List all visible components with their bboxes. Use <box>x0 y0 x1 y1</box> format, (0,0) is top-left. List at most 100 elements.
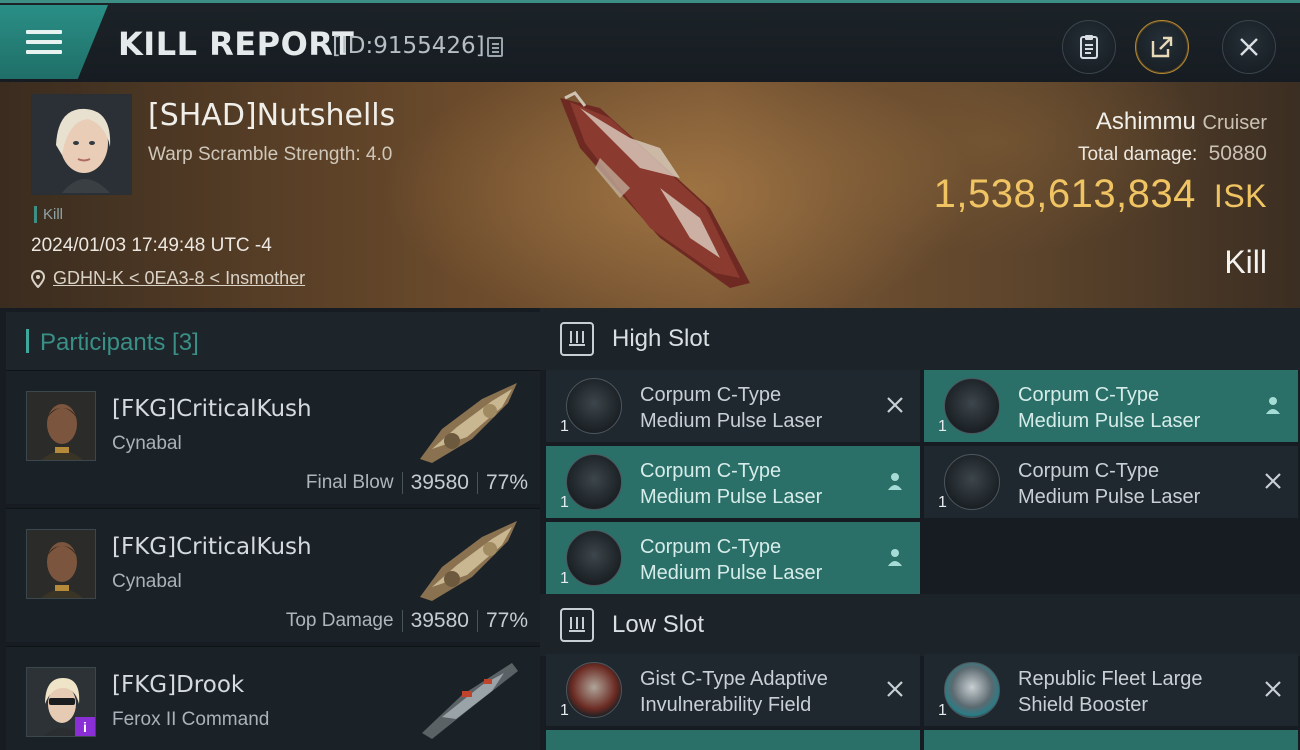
module-item[interactable]: 1 Corpum C-Type Medium Pulse Laser <box>546 446 920 518</box>
clipboard-icon <box>1080 35 1098 59</box>
location-pin-icon <box>31 269 45 288</box>
location-text: GDHN-K < 0EA3-8 < Insmother <box>53 268 306 288</box>
kill-timestamp: 2024/01/03 17:49:48 UTC -4 <box>31 235 272 256</box>
participants-panel: Participants [3] [FKG]CriticalKush Cynab… <box>0 308 540 750</box>
participant-percent: 77% <box>485 609 528 632</box>
high-slot-header: High Slot <box>540 308 1300 370</box>
module-item[interactable]: 1 Gist C-Type Adaptive Invulnerability Fi… <box>546 654 920 726</box>
module-name: Gist C-Type Adaptive Invulnerability Fiel… <box>640 668 828 716</box>
low-slot-header: Low Slot <box>540 594 1300 656</box>
menu-button[interactable] <box>0 5 108 79</box>
module-item[interactable]: 1 Corpum C-Type Medium Pulse Laser <box>546 370 920 442</box>
isk-amount: 1,538,613,834 <box>933 172 1196 216</box>
participant-ship-image[interactable] <box>412 517 524 603</box>
participant-damage: 39580 <box>410 471 469 494</box>
invulnerability-field-icon <box>566 662 622 718</box>
clipboard-button[interactable] <box>1062 20 1116 74</box>
ship-name: Ashimmu <box>1095 108 1196 135</box>
module-name: Republic Fleet Large Shield Booster <box>1018 668 1203 716</box>
participant-name: [FKG]CriticalKush <box>112 396 312 422</box>
isk-unit: ISK <box>1213 178 1267 214</box>
victim-avatar[interactable] <box>31 94 132 195</box>
pulse-laser-icon <box>566 454 622 510</box>
dropped-person-icon <box>888 549 902 566</box>
module-name: Corpum C-Type Medium Pulse Laser <box>1018 460 1201 508</box>
shield-booster-icon <box>944 662 1000 718</box>
destroyed-icon <box>887 681 903 697</box>
kill-result: Kill <box>1224 244 1267 280</box>
victim-banner: [SHAD]Nutshells Warp Scramble Strength: … <box>0 82 1300 308</box>
module-quantity: 1 <box>560 494 569 511</box>
module-item[interactable]: 1 Republic Fleet Large Shield Booster <box>924 654 1298 726</box>
participants-header[interactable]: Participants [3] <box>6 312 540 370</box>
module-item[interactable]: 1 Corpum C-Type Medium Pulse Laser <box>546 522 920 594</box>
kill-tag: Kill <box>34 206 63 223</box>
pulse-laser-icon <box>566 530 622 586</box>
kill-location-link[interactable]: GDHN-K < 0EA3-8 < Insmother <box>31 268 305 289</box>
isk-value: 1,538,613,834 ISK <box>934 172 1267 217</box>
participant-ship-image[interactable] <box>412 655 524 741</box>
total-damage: Total damage: 50880 <box>1078 142 1267 166</box>
module-quantity: 1 <box>938 494 947 511</box>
participant-damage: 39580 <box>410 609 469 632</box>
module-item[interactable]: 1 Corpum C-Type Medium Pulse Laser <box>924 370 1298 442</box>
fitting-panel: High Slot 1 Corpum C-Type Medium Pulse La… <box>540 308 1300 750</box>
close-button[interactable] <box>1222 20 1276 74</box>
pulse-laser-icon <box>944 454 1000 510</box>
participant-role: Top Damage <box>285 610 394 631</box>
module-quantity: 1 <box>938 702 947 719</box>
share-button[interactable] <box>1135 20 1189 74</box>
destroyed-icon <box>1265 473 1281 489</box>
participant-stats: Top Damage 39580 77% <box>286 609 528 633</box>
destroyed-icon <box>887 397 903 413</box>
pulse-laser-icon <box>944 378 1000 434</box>
dropped-person-icon <box>888 473 902 490</box>
ship-class: Cruiser <box>1202 112 1267 134</box>
share-icon <box>1151 36 1173 58</box>
participant-ship: Cynabal <box>112 571 182 592</box>
participant-ship: Cynabal <box>112 433 182 454</box>
module-item[interactable]: 1 Corpum C-Type Medium Pulse Laser <box>924 446 1298 518</box>
participant-role: Final Blow <box>305 472 394 493</box>
total-damage-label: Total damage: <box>1077 144 1198 165</box>
destroyed-icon <box>1265 681 1281 697</box>
pulse-laser-icon <box>566 378 622 434</box>
participant-avatar[interactable] <box>26 529 96 599</box>
participant-row[interactable]: i [FKG]Drook Ferox II Command <box>6 646 540 750</box>
close-icon <box>1240 38 1258 56</box>
participant-avatar[interactable]: i <box>26 667 96 737</box>
hamburger-icon <box>26 30 62 54</box>
module-item-partial[interactable] <box>924 730 1298 750</box>
module-name: Corpum C-Type Medium Pulse Laser <box>640 460 823 508</box>
page-title: KILL REPORT <box>118 25 355 63</box>
participant-ship-image[interactable] <box>412 379 524 465</box>
info-badge: i <box>75 717 95 736</box>
participant-stats: Final Blow 39580 77% <box>306 471 528 495</box>
module-quantity: 1 <box>560 570 569 587</box>
participant-avatar[interactable] <box>26 391 96 461</box>
victim-ship-type[interactable]: Ashimmu Cruiser <box>1096 108 1267 136</box>
module-name: Corpum C-Type Medium Pulse Laser <box>1018 384 1201 432</box>
participant-row[interactable]: [FKG]CriticalKush Cynabal Final Blow 395… <box>6 370 540 504</box>
warp-scramble-strength: Warp Scramble Strength: 4.0 <box>148 144 393 165</box>
low-slot-label: Low Slot <box>612 611 705 638</box>
module-item-partial[interactable] <box>546 730 920 750</box>
module-quantity: 1 <box>560 702 569 719</box>
participant-name: [FKG]Drook <box>112 672 245 698</box>
victim-name[interactable]: [SHAD]Nutshells <box>148 98 395 133</box>
module-quantity: 1 <box>938 418 947 435</box>
copy-icon[interactable] <box>487 37 503 57</box>
high-slot-label: High Slot <box>612 325 710 352</box>
module-quantity: 1 <box>560 418 569 435</box>
total-damage-value: 50880 <box>1208 142 1267 165</box>
report-id: [ID:9155426] <box>332 33 485 59</box>
participant-row[interactable]: [FKG]CriticalKush Cynabal Top Damage 395… <box>6 508 540 642</box>
high-slot-icon <box>560 322 594 356</box>
participants-label: Participants [3] <box>40 329 199 356</box>
module-name: Corpum C-Type Medium Pulse Laser <box>640 536 823 584</box>
participant-percent: 77% <box>485 471 528 494</box>
participant-ship: Ferox II Command <box>112 709 270 730</box>
low-slot-icon <box>560 608 594 642</box>
victim-ship-image[interactable] <box>540 88 770 298</box>
dropped-person-icon <box>1266 397 1280 414</box>
